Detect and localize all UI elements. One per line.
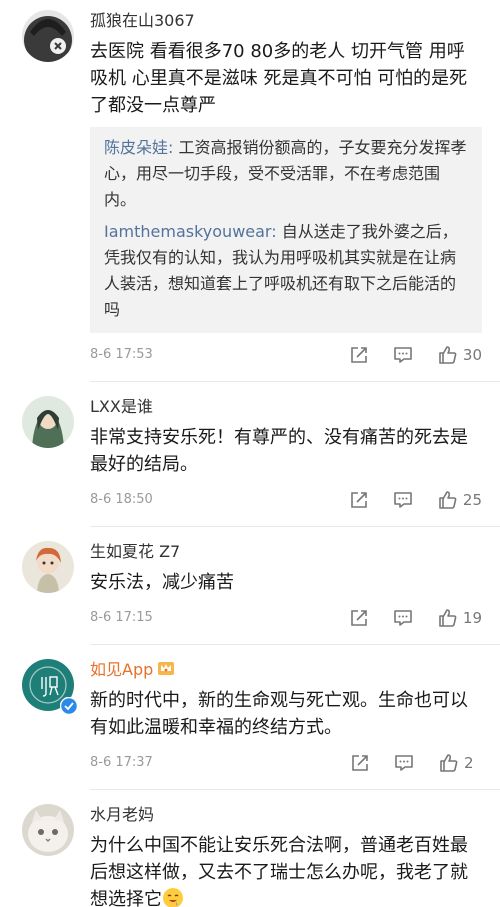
share-icon (351, 492, 367, 508)
reply-button[interactable] (393, 488, 413, 512)
comment-meta: 8-6 17:15 19 (90, 606, 482, 630)
thumbs-up-icon (439, 609, 457, 627)
comment-meta: 8-6 17:37 2 (90, 751, 482, 775)
like-button[interactable]: 2 (438, 751, 482, 775)
reply-username[interactable]: 陈皮朵娃: (104, 138, 173, 157)
thumbs-up-icon (439, 491, 457, 509)
reply-item[interactable]: 陈皮朵娃: 工资高报销份额高的，子女要充分发挥孝心，用尽一切手段，受不受活罪，不… (104, 135, 468, 213)
share-icon (352, 755, 368, 771)
comment-text: 非常支持安乐死！有尊严的、没有痛苦的死去是最好的结局。 (90, 427, 468, 475)
like-button[interactable]: 30 (437, 343, 482, 367)
reply-button[interactable] (393, 343, 413, 367)
comment-item: 如见App 新的时代中，新的生命观与死亡观。生命也可以有如此温暖和幸福的终结方式… (0, 645, 500, 775)
comment-item: 生如夏花 Z7 安乐法，减少痛苦 8-6 17:15 19 (0, 527, 500, 630)
drooling-face-emoji (163, 888, 183, 907)
reply-button[interactable] (394, 751, 414, 775)
reply-list[interactable]: 陈皮朵娃: 工资高报销份额高的，子女要充分发挥孝心，用尽一切手段，受不受活罪，不… (90, 127, 482, 333)
comment-actions: 19 (349, 606, 482, 630)
comment-item: LXX是谁 非常支持安乐死！有尊严的、没有痛苦的死去是最好的结局。 8-6 18… (0, 382, 500, 512)
like-count: 2 (464, 754, 474, 772)
comment-actions: 2 (350, 751, 482, 775)
comment-actions: 25 (349, 488, 482, 512)
comment-time: 8-6 17:15 (90, 610, 153, 625)
comment-text: 新的时代中，新的生命观与死亡观。生命也可以有如此温暖和幸福的终结方式。 (90, 690, 468, 738)
comment-username[interactable]: 生如夏花 Z7 (90, 541, 482, 563)
avatar[interactable] (22, 659, 78, 715)
reply-button[interactable] (393, 606, 413, 630)
comment-time: 8-6 18:50 (90, 492, 153, 507)
avatar[interactable] (22, 541, 74, 593)
comment-actions: 30 (349, 343, 482, 367)
comment-meta: 8-6 17:53 30 (90, 343, 482, 367)
avatar[interactable] (22, 396, 74, 448)
comment-username[interactable]: 孤狼在山3067 (90, 10, 482, 32)
comment-icon (394, 492, 412, 508)
share-button[interactable] (349, 606, 369, 630)
reply-username[interactable]: Iamthemaskyouwear: (104, 222, 277, 241)
verified-icon (60, 697, 78, 715)
comment-username-text: 如见App (90, 660, 154, 679)
share-icon (351, 610, 367, 626)
comment-time: 8-6 17:37 (90, 755, 153, 770)
crown-badge-icon (157, 659, 175, 683)
comment-text: 去医院 看看很多70 80多的老人 切开气管 用呼吸机 心里真不是滋味 死是真不… (90, 41, 468, 116)
like-count: 25 (462, 491, 482, 509)
comment-item: 水月老妈 为什么中国不能让安乐死合法啊，普通老百姓最后想这样做，又去不了瑞士怎么… (0, 790, 500, 907)
comment-icon (395, 755, 413, 771)
share-button[interactable] (350, 751, 370, 775)
comment-time: 8-6 17:53 (90, 347, 153, 362)
comment-meta: 8-6 18:50 25 (90, 488, 482, 512)
like-count: 30 (462, 346, 482, 364)
like-button[interactable]: 19 (437, 606, 482, 630)
share-icon (351, 347, 367, 363)
avatar[interactable] (22, 10, 74, 62)
like-count: 19 (462, 609, 482, 627)
comment-username[interactable]: 水月老妈 (90, 804, 482, 826)
share-button[interactable] (349, 343, 369, 367)
comment-text: 安乐法，减少痛苦 (90, 572, 234, 593)
thumbs-up-icon (439, 346, 457, 364)
comment-item: 孤狼在山3067 去医院 看看很多70 80多的老人 切开气管 用呼吸机 心里真… (0, 0, 500, 367)
comment-username[interactable]: 如见App (90, 659, 482, 681)
comment-username[interactable]: LXX是谁 (90, 396, 482, 418)
reply-item[interactable]: Iamthemaskyouwear: 自从送走了我外婆之后，凭我仅有的认知，我认… (104, 219, 468, 323)
avatar[interactable] (22, 804, 74, 856)
comment-icon (394, 610, 412, 626)
share-button[interactable] (349, 488, 369, 512)
comment-icon (394, 347, 412, 363)
thumbs-up-icon (440, 754, 458, 772)
comment-text-content: 为什么中国不能让安乐死合法啊，普通老百姓最后想这样做，又去不了瑞士怎么办呢，我老… (90, 835, 468, 907)
like-button[interactable]: 25 (437, 488, 482, 512)
comment-text: 为什么中国不能让安乐死合法啊，普通老百姓最后想这样做，又去不了瑞士怎么办呢，我老… (90, 832, 482, 907)
